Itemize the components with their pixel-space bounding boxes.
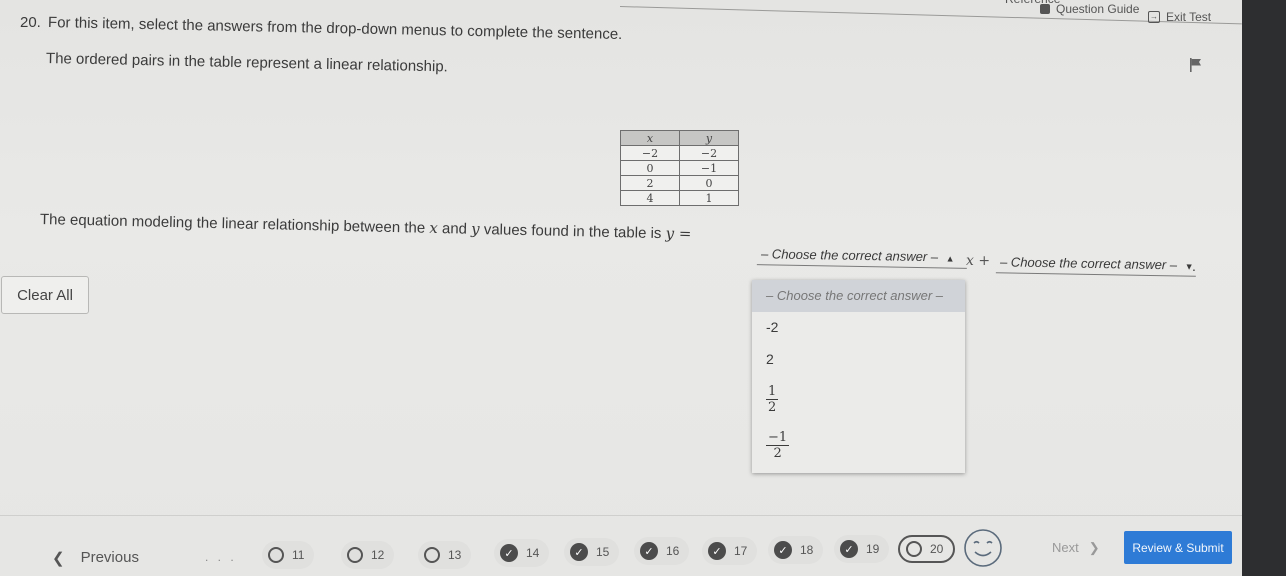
chevron-right-icon: ❯ [1088, 540, 1100, 555]
checkmark-icon: ✓ [570, 543, 588, 561]
next-button[interactable]: Next ❯ [1052, 540, 1100, 556]
screen-bezel [1242, 0, 1286, 576]
checkmark-icon: ✓ [708, 542, 726, 560]
sentence-text: The equation modeling the linear relatio… [39, 211, 426, 237]
unanswered-icon [347, 547, 363, 563]
fraction: −1 2 [766, 429, 790, 461]
equation-sentence: The equation modeling the linear relatio… [40, 210, 692, 243]
question-nav-15[interactable]: ✓ 15 [564, 538, 620, 566]
caret-up-icon: ▲ [945, 253, 955, 264]
previous-button[interactable]: ❮ Previous [52, 549, 139, 567]
ordered-pairs-table: x y −2 −2 0 −1 20 41 [620, 130, 739, 206]
question-guide-label: Question Guide [1056, 2, 1140, 16]
menu-option-neg-one-half[interactable]: −1 2 [752, 422, 965, 468]
unanswered-icon [424, 547, 440, 563]
smiley-face-icon[interactable] [963, 528, 1003, 568]
slope-dropdown[interactable]: – Choose the correct answer – ▲ [756, 246, 968, 269]
sentence-tail: values found in the table is [483, 221, 662, 243]
checkmark-icon: ✓ [840, 540, 858, 558]
sentence-and: and [441, 220, 468, 238]
checkmark-icon: ✓ [774, 541, 792, 559]
menu-option-2[interactable]: 2 [752, 342, 965, 376]
question-nav-number: 15 [596, 545, 610, 559]
question-nav-11[interactable]: 11 [262, 541, 315, 569]
slope-dropdown-value: – Choose the correct answer – [760, 246, 939, 265]
sentence-period: . [1192, 258, 1196, 274]
more-questions-ellipsis[interactable]: . . . [205, 550, 237, 564]
question-nav-number: 18 [800, 543, 814, 557]
question-guide-icon [1040, 4, 1050, 14]
question-nav-number: 20 [930, 542, 944, 556]
cell-y: 0 [679, 175, 739, 191]
table-row: 0 −1 [620, 160, 739, 176]
clear-all-button[interactable]: Clear All [1, 276, 89, 314]
var-x: x [429, 218, 439, 238]
unanswered-icon [906, 541, 922, 557]
unanswered-icon [268, 547, 284, 563]
cell-y: −1 [679, 160, 739, 176]
cell-x: −2 [620, 145, 680, 161]
question-prompt: For this item, select the answers from t… [47, 14, 623, 44]
question-nav-12[interactable]: 12 [341, 541, 395, 569]
question-nav-13[interactable]: 13 [418, 541, 472, 569]
question-stem: The ordered pairs in the table represent… [45, 50, 448, 76]
question-nav-18[interactable]: ✓ 18 [768, 536, 824, 564]
question-nav-19[interactable]: ✓ 19 [834, 535, 890, 563]
intercept-dropdown[interactable]: – Choose the correct answer – ▼ [995, 254, 1197, 277]
table-header-row: x y [620, 130, 739, 146]
question-nav-17[interactable]: ✓ 17 [702, 537, 758, 565]
question-nav-number: 16 [666, 544, 680, 558]
question-nav-16[interactable]: ✓ 16 [634, 537, 690, 565]
column-header-x: x [620, 130, 680, 146]
equation-lhs: y = [665, 224, 692, 243]
cell-y: −2 [679, 145, 739, 161]
question-nav-number: 14 [526, 546, 540, 560]
checkmark-icon: ✓ [640, 542, 658, 560]
var-x-term: x [966, 253, 974, 269]
var-y: y [470, 219, 480, 238]
question-nav-14[interactable]: ✓ 14 [494, 539, 550, 567]
footer-divider [0, 515, 1242, 516]
table-row: 41 [620, 190, 739, 206]
next-label: Next [1052, 540, 1079, 555]
question-guide-link[interactable]: Question Guide [1040, 2, 1139, 16]
question-nav-number: 11 [292, 548, 305, 562]
cell-y: 1 [679, 190, 739, 206]
slope-dropdown-menu: – Choose the correct answer – -2 2 1 2 −… [752, 280, 965, 473]
table-row: −2 −2 [620, 145, 739, 161]
exit-test-label: Exit Test [1166, 10, 1212, 24]
review-submit-button[interactable]: Review & Submit [1124, 531, 1232, 564]
exit-icon: → [1148, 11, 1160, 23]
fraction-numerator: −1 [766, 429, 790, 446]
intercept-dropdown-value: – Choose the correct answer – [999, 254, 1178, 273]
menu-option-one-half[interactable]: 1 2 [752, 376, 965, 422]
test-page: Reference Question Guide → Exit Test 20.… [0, 0, 1242, 576]
previous-label: Previous [80, 549, 139, 566]
question-nav-number: 17 [734, 544, 748, 558]
cell-x: 2 [620, 175, 680, 191]
column-header-y: y [679, 130, 739, 146]
question-nav-number: 13 [448, 548, 462, 562]
fraction-denominator: 2 [773, 445, 782, 461]
question-number: 20. [20, 14, 41, 31]
checkmark-icon: ✓ [500, 544, 518, 562]
cell-x: 0 [620, 160, 680, 176]
menu-option-neg-2[interactable]: -2 [752, 312, 965, 342]
table-row: 20 [620, 175, 739, 191]
fraction-denominator: 2 [768, 399, 777, 415]
menu-option-placeholder[interactable]: – Choose the correct answer – [752, 280, 965, 312]
question-nav-20-current[interactable]: 20 [898, 535, 956, 563]
x-plus-text: x + [966, 253, 990, 269]
plus-sign: + [978, 253, 991, 269]
flag-icon[interactable] [1190, 58, 1202, 72]
chevron-left-icon: ❮ [52, 550, 65, 567]
fraction-numerator: 1 [766, 383, 779, 400]
exit-test-link[interactable]: → Exit Test [1148, 10, 1211, 24]
fraction: 1 2 [766, 383, 779, 415]
cell-x: 4 [620, 190, 680, 206]
question-nav-number: 19 [866, 542, 880, 556]
question-nav-number: 12 [371, 548, 385, 562]
